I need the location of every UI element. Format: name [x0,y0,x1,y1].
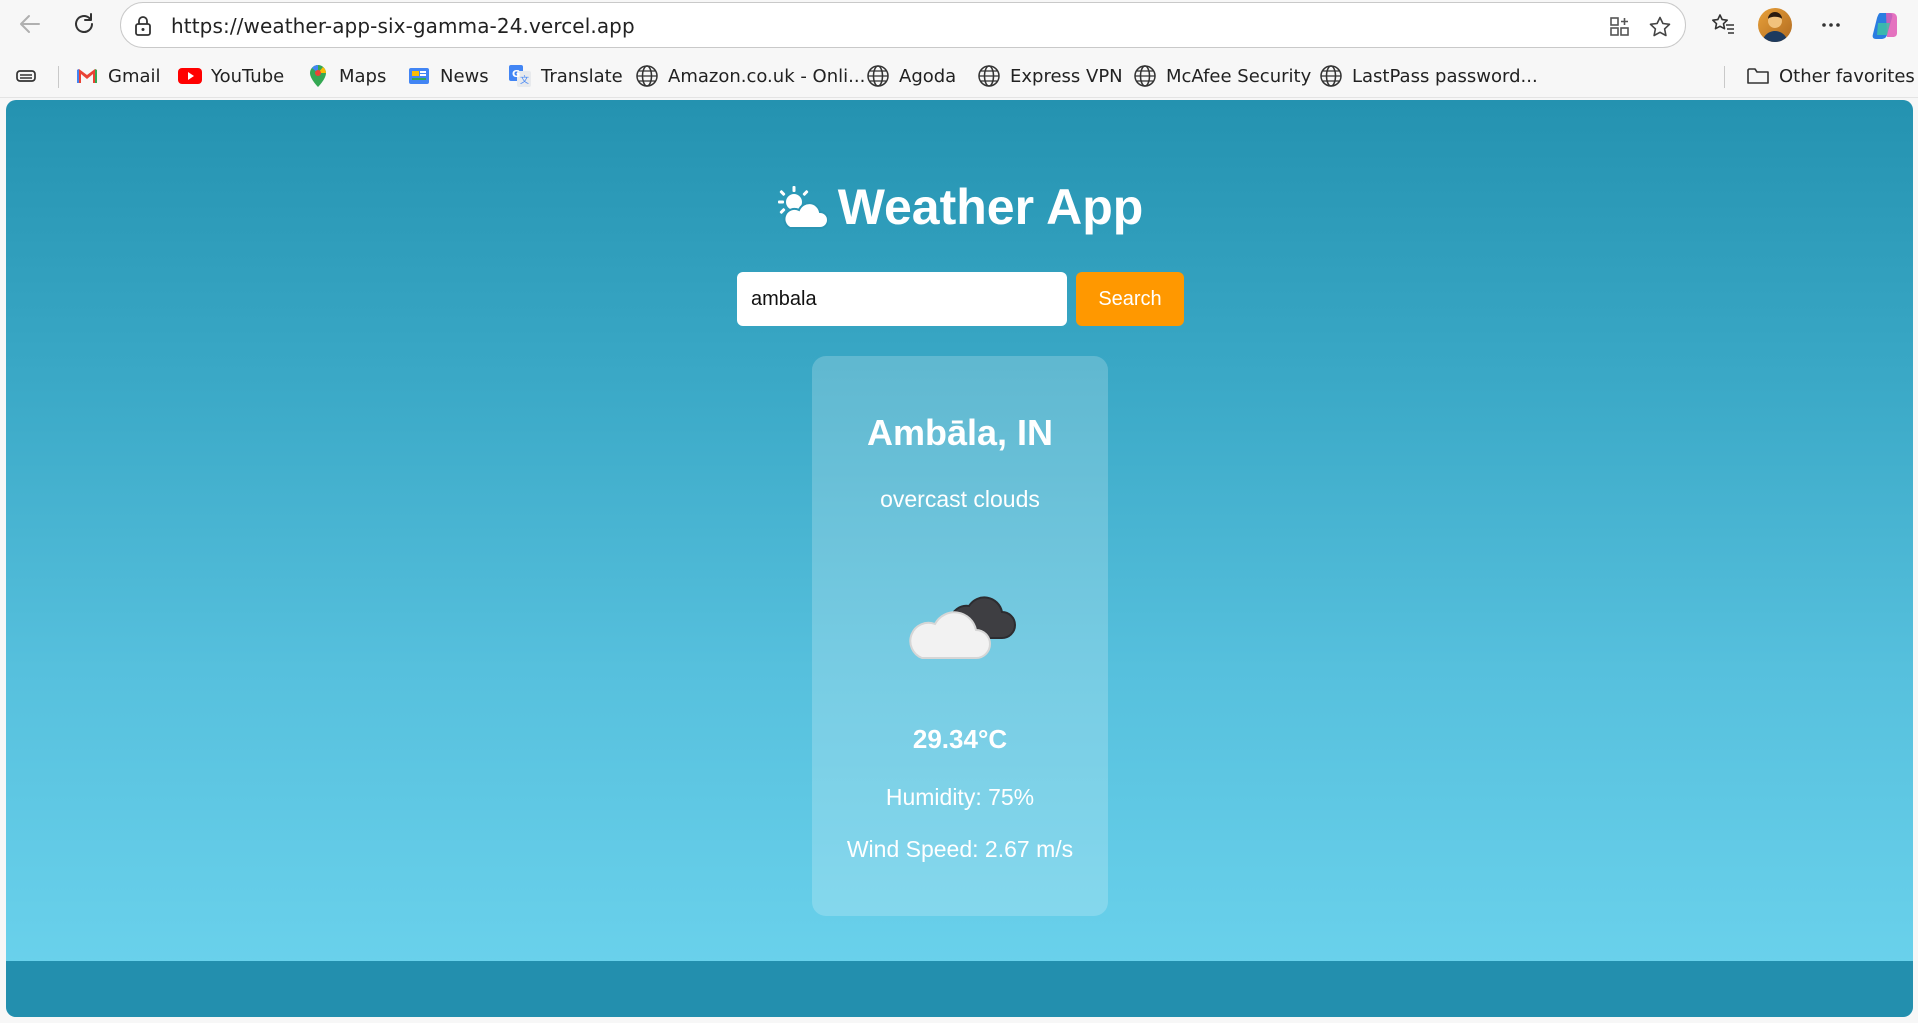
footer-band [6,961,1913,1017]
gmail-icon [75,64,99,88]
bookmark-gmail[interactable]: Gmail [75,62,161,90]
star-icon[interactable] [1646,13,1674,41]
collections-icon [14,64,38,88]
refresh-button[interactable] [66,6,102,42]
other-favorites-label: Other favorites [1779,65,1915,87]
globe-icon [866,64,890,88]
bookmark-news[interactable]: News [407,62,489,90]
bookmarks-bar: Gmail YouTube Maps News G文 Translate Ama… [0,54,1918,98]
other-favorites-folder[interactable]: Other favorites [1746,62,1915,90]
city-search-input[interactable] [737,272,1067,326]
translate-icon: G文 [508,64,532,88]
bookmark-maps[interactable]: Maps [306,62,386,90]
globe-icon [1133,64,1157,88]
maps-icon [306,64,330,88]
lock-icon [133,15,153,42]
svg-text:文: 文 [520,74,529,86]
bookmark-youtube[interactable]: YouTube [178,62,284,90]
copilot-icon[interactable] [1869,8,1903,42]
bookmark-label: McAfee Security [1166,65,1312,87]
bookmark-lastpass[interactable]: LastPass password... [1319,62,1538,90]
refresh-icon [75,13,93,33]
bookmark-mcafee[interactable]: McAfee Security [1133,62,1311,90]
sun-behind-cloud-icon [776,184,829,242]
bookmark-label: Amazon.co.uk - Onli... [668,65,866,87]
news-icon [407,64,431,88]
back-button[interactable] [12,6,48,42]
weather-description: overcast clouds [880,486,1040,512]
bookmarks-divider [1724,66,1725,88]
bookmark-amazon[interactable]: Amazon.co.uk - Onli... [635,62,865,90]
bookmark-translate[interactable]: G文 Translate [508,62,623,90]
globe-icon [977,64,1001,88]
globe-icon [635,64,659,88]
temperature: 29.34°C [912,724,1008,754]
app-title-text: Weather App [837,179,1144,235]
profile-avatar[interactable] [1758,8,1792,42]
bookmarks-divider [58,66,59,88]
svg-text:G: G [512,69,520,80]
bookmark-express-vpn[interactable]: Express VPN [977,62,1123,90]
collections-button[interactable] [14,62,38,90]
address-bar[interactable]: https://weather-app-six-gamma-24.vercel.… [120,2,1686,48]
bookmark-label: Translate [541,65,623,87]
globe-icon [1319,64,1343,88]
bookmark-label: YouTube [211,65,285,87]
folder-icon [1746,64,1770,88]
humidity: Humidity: 75% [885,784,1035,810]
favorites-icon[interactable] [1706,8,1740,42]
wind-speed: Wind Speed: 2.67 m/s [846,836,1074,862]
url-text[interactable]: https://weather-app-six-gamma-24.vercel.… [171,14,635,38]
bookmark-label: LastPass password... [1352,65,1538,87]
search-button[interactable]: Search [1076,272,1184,326]
browser-toolbar: https://weather-app-six-gamma-24.vercel.… [0,0,1918,50]
weather-page: Weather App Search Ambāla, IN overcast c… [6,100,1913,1017]
page-title: Weather App [6,178,1913,242]
bookmark-label: Gmail [108,65,161,87]
more-options-icon[interactable] [1814,8,1848,42]
split-screen-icon[interactable] [1606,13,1634,41]
bookmark-label: Maps [339,65,387,87]
overcast-clouds-icon [902,574,1018,679]
bookmark-agoda[interactable]: Agoda [866,62,956,90]
back-arrow-icon [20,15,40,33]
weather-card: Ambāla, IN overcast clouds 29.34°C Humid… [812,356,1108,916]
bookmark-label: Express VPN [1010,65,1123,87]
bookmark-label: Agoda [899,65,957,87]
city-name: Ambāla, IN [866,412,1054,453]
bookmark-label: News [440,65,489,87]
youtube-icon [178,64,202,88]
